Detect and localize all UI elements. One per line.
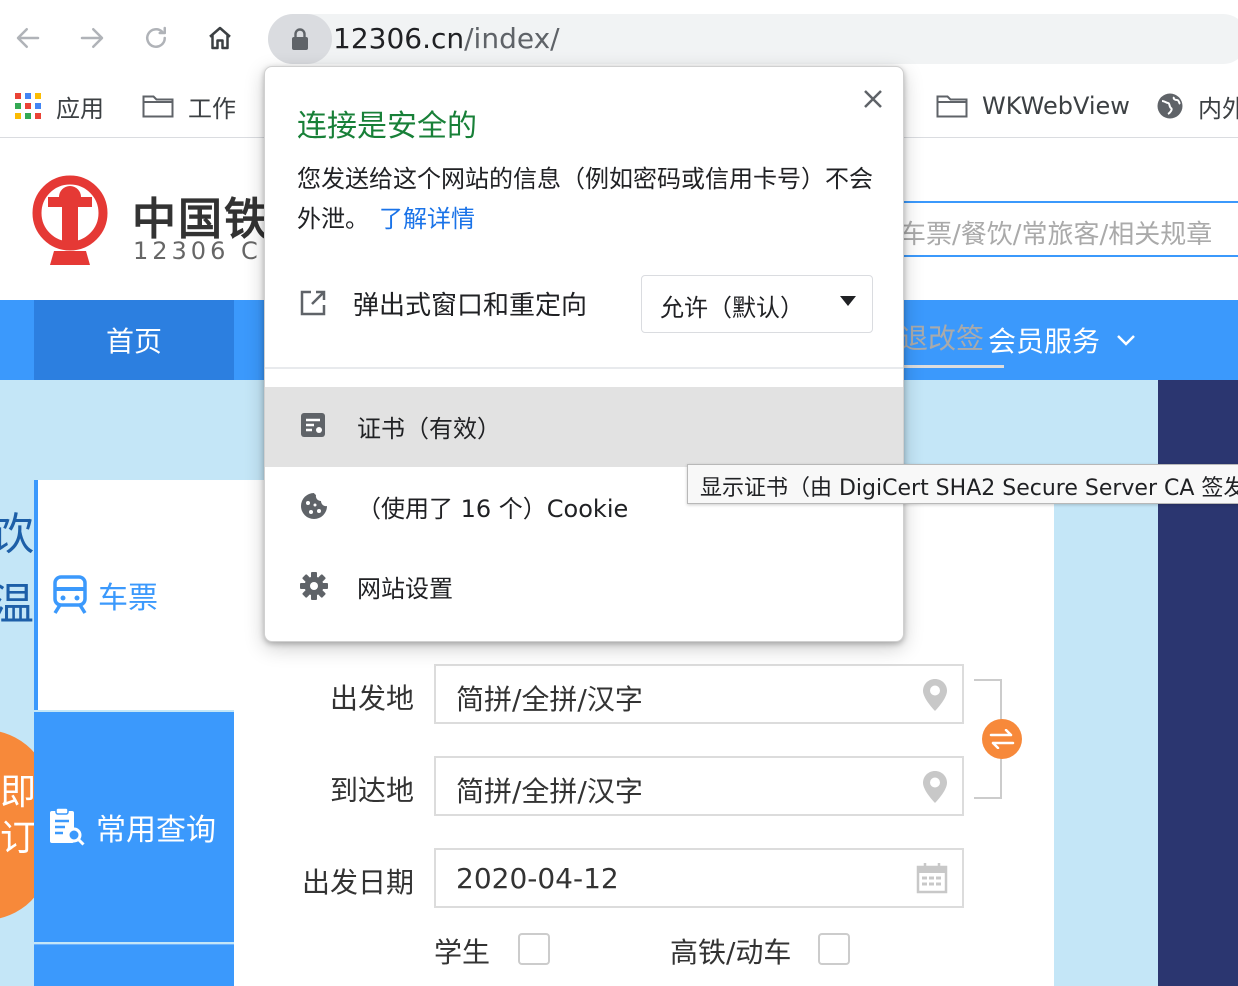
to-station-placeholder: 简拼/全拼/汉字 xyxy=(456,775,643,808)
highspeed-checkbox[interactable] xyxy=(818,933,850,965)
location-pin-icon xyxy=(923,771,947,803)
railway-logo-icon[interactable] xyxy=(32,171,108,271)
chevron-down-icon xyxy=(1117,335,1135,346)
tab-query-label: 常用查询 xyxy=(96,813,216,848)
nav-member-label: 会员服务 xyxy=(988,325,1101,358)
certificate-label: 证书（有效） xyxy=(357,415,501,443)
close-icon xyxy=(864,90,882,108)
globe-icon xyxy=(1157,93,1183,119)
popups-permission-value: 允许（默认） xyxy=(660,294,804,322)
reload-button[interactable] xyxy=(136,18,176,58)
url-path: /index/ xyxy=(464,22,560,55)
lock-icon xyxy=(292,28,308,50)
query-doc-icon xyxy=(50,807,85,846)
popups-redirects-row: 弹出式窗口和重定向 允许（默认） xyxy=(265,263,903,343)
departure-date-input[interactable]: 2020-04-12 xyxy=(434,848,964,908)
banner-book-text[interactable]: 即订 xyxy=(0,770,36,862)
service-tabs: 车票 常用查询 xyxy=(34,480,234,986)
back-button[interactable] xyxy=(8,18,48,58)
certificate-tooltip: 显示证书（由 DigiCert SHA2 Secure Server CA 签发… xyxy=(687,464,1238,504)
site-search-input[interactable]: 车票/餐饮/常旅客/相关规章 xyxy=(880,201,1238,257)
swap-arrows-icon xyxy=(989,729,1015,749)
date-label: 出发日期 xyxy=(302,866,415,899)
bookmark-label: WKWebView xyxy=(982,92,1130,120)
bookmark-label: 应用 xyxy=(56,94,104,123)
highspeed-label: 高铁/动车 xyxy=(670,936,792,969)
bookmark-label: 内外 xyxy=(1198,94,1238,123)
bookmark-work-folder[interactable]: 工作 xyxy=(142,86,236,126)
folder-icon xyxy=(936,95,968,118)
student-label: 学生 xyxy=(434,936,491,969)
to-station-input[interactable]: 简拼/全拼/汉字 xyxy=(434,756,964,816)
forward-arrow-icon xyxy=(80,28,104,48)
from-station-placeholder: 简拼/全拼/汉字 xyxy=(456,683,643,716)
from-station-input[interactable]: 简拼/全拼/汉字 xyxy=(434,664,964,724)
dropdown-caret-icon xyxy=(840,296,856,306)
bookmark-apps[interactable]: 应用 xyxy=(14,86,104,126)
learn-more-link[interactable]: 了解详情 xyxy=(379,205,475,233)
apps-grid-icon xyxy=(15,93,41,119)
site-settings-item[interactable]: 网站设置 xyxy=(265,547,903,627)
close-button[interactable] xyxy=(857,83,889,115)
connection-secure-title: 连接是安全的 xyxy=(297,109,477,144)
site-info-button[interactable] xyxy=(268,14,332,64)
gear-icon xyxy=(300,572,328,600)
certificate-icon xyxy=(301,413,325,437)
from-label: 出发地 xyxy=(330,682,415,715)
back-arrow-icon xyxy=(16,28,40,48)
bookmark-wkwebview-folder[interactable]: WKWebView xyxy=(936,86,1130,126)
home-button[interactable] xyxy=(200,18,240,58)
certificate-item[interactable]: 证书（有效） xyxy=(265,387,903,467)
tab-more[interactable] xyxy=(34,944,234,986)
connection-description: 您发送给这个网站的信息（例如密码或信用卡号）不会外泄。 了解详情 xyxy=(297,159,877,239)
popups-redirects-label: 弹出式窗口和重定向 xyxy=(353,291,588,321)
search-placeholder: 车票/餐饮/常旅客/相关规章 xyxy=(900,220,1213,250)
location-pin-icon xyxy=(923,679,947,711)
divider xyxy=(265,367,903,369)
tab-common-query[interactable]: 常用查询 xyxy=(34,712,234,942)
tab-underline xyxy=(900,365,1004,368)
open-in-new-icon xyxy=(300,290,326,316)
cookies-label: （使用了 16 个）Cookie xyxy=(357,495,629,523)
url-host: 12306.cn xyxy=(333,22,465,55)
nav-home[interactable]: 首页 xyxy=(34,300,234,380)
to-label: 到达地 xyxy=(330,774,415,807)
nav-member-services[interactable]: 会员服务 xyxy=(988,300,1136,380)
bookmark-label: 工作 xyxy=(188,94,236,123)
reload-icon xyxy=(146,26,166,48)
popups-permission-select[interactable]: 允许（默认） xyxy=(641,275,873,333)
student-checkbox[interactable] xyxy=(518,933,550,965)
site-settings-label: 网站设置 xyxy=(357,575,453,603)
swap-stations-button[interactable] xyxy=(982,719,1022,759)
bookmark-globe[interactable]: 内外 xyxy=(1156,86,1238,126)
site-info-popup: 连接是安全的 您发送给这个网站的信息（例如密码或信用卡号）不会外泄。 了解详情 弹… xyxy=(264,66,904,642)
tab-tickets[interactable]: 车票 xyxy=(34,480,234,710)
site-subtitle: 12306 CH xyxy=(133,237,284,265)
banner-text: 饮温 xyxy=(0,509,34,630)
home-icon xyxy=(209,26,231,50)
calendar-icon[interactable] xyxy=(916,862,948,894)
tab-tickets-label: 车票 xyxy=(98,581,158,616)
cookie-icon xyxy=(301,493,327,519)
tab-refund-change[interactable]: 退改签 xyxy=(900,317,984,357)
train-icon xyxy=(53,575,87,614)
url-text[interactable]: 12306.cn/index/ xyxy=(333,20,560,58)
forward-button[interactable] xyxy=(72,18,112,58)
departure-date-value: 2020-04-12 xyxy=(456,862,619,895)
folder-icon xyxy=(142,95,174,118)
tooltip-text: 显示证书（由 DigiCert SHA2 Secure Server CA 签发… xyxy=(700,476,1238,501)
browser-toolbar: 12306.cn/index/ xyxy=(0,0,1238,76)
